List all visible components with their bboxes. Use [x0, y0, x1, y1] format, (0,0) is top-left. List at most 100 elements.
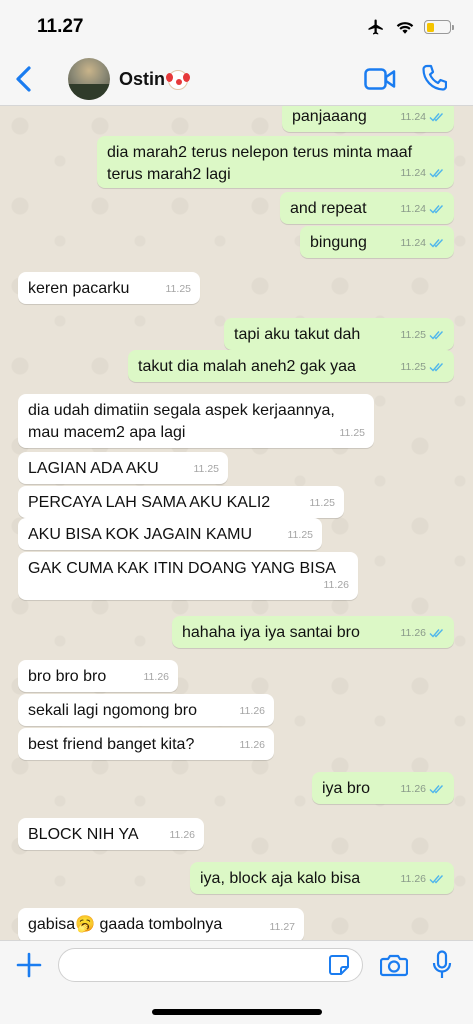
- contact-name[interactable]: Ostin: [119, 69, 191, 90]
- airplane-icon: [368, 19, 383, 35]
- contact-name-text: Ostin: [119, 69, 166, 89]
- plus-icon[interactable]: [15, 951, 43, 979]
- read-receipt-icon: [429, 205, 444, 214]
- message-bubble[interactable]: takut dia malah aneh2 gak yaa 11.25: [128, 350, 454, 382]
- message-time: 11.25: [165, 283, 192, 295]
- message-time: 11.26: [143, 671, 170, 683]
- message-text: best friend banget kita?: [28, 736, 195, 753]
- battery-level: [426, 22, 435, 32]
- message-meta: 11.25: [166, 278, 192, 300]
- message-meta: 11.24: [401, 106, 446, 128]
- message-meta: 11.25: [401, 324, 446, 346]
- message-meta: 11.25: [310, 492, 336, 514]
- message-time: 11.24: [400, 237, 427, 249]
- battery-icon: [424, 20, 454, 34]
- message-time: 11.26: [239, 705, 266, 717]
- message-time: 11.25: [309, 497, 336, 509]
- message-text: LAGIAN ADA AKU: [28, 460, 159, 477]
- message-text: PERCAYA LAH SAMA AKU KALI2: [28, 494, 271, 511]
- message-bubble[interactable]: PERCAYA LAH SAMA AKU KALI2 11.25: [18, 486, 344, 518]
- message-bubble[interactable]: dia udah dimatiin segala aspek kerjaanny…: [18, 394, 374, 448]
- camera-icon[interactable]: [380, 953, 408, 977]
- message-bubble[interactable]: and repeat 11.24: [280, 192, 454, 224]
- message-text: sekali lagi ngomong bro: [28, 702, 197, 719]
- message-bubble[interactable]: bingung 11.24: [300, 226, 454, 258]
- chat-area[interactable]: panjaaang 11.24 dia marah2 terus nelepon…: [0, 106, 473, 940]
- message-bubble[interactable]: panjaaang 11.24: [282, 106, 454, 132]
- message-time: 11.25: [400, 361, 427, 373]
- message-text: iya, block aja kalo bisa: [200, 870, 361, 887]
- message-input[interactable]: [58, 948, 363, 982]
- message-time: 11.26: [323, 579, 350, 591]
- message-time: 11.26: [239, 739, 266, 751]
- back-chevron-icon[interactable]: [10, 62, 40, 96]
- message-time: 11.24: [400, 111, 427, 123]
- message-time: 11.26: [169, 829, 196, 841]
- message-meta: 11.26: [401, 778, 446, 800]
- read-receipt-icon: [429, 875, 444, 884]
- message-meta: 11.25: [194, 458, 220, 480]
- message-bubble[interactable]: gabisa🥱 gaada tombolnya 11.27: [18, 908, 304, 940]
- message-bubble[interactable]: dia marah2 terus nelepon terus minta maa…: [97, 136, 454, 188]
- sticker-icon[interactable]: [328, 954, 350, 976]
- read-receipt-icon: [429, 239, 444, 248]
- message-text: BLOCK NIH YA: [28, 826, 139, 843]
- message-meta: 11.26: [401, 868, 446, 890]
- message-text: keren pacarku: [28, 280, 130, 297]
- message-bubble[interactable]: LAGIAN ADA AKU 11.25: [18, 452, 228, 484]
- wifi-icon: [396, 22, 414, 34]
- message-meta: 11.27: [270, 916, 296, 938]
- message-bubble[interactable]: sekali lagi ngomong bro 11.26: [18, 694, 274, 726]
- message-bubble[interactable]: hahaha iya iya santai bro 11.26: [172, 616, 454, 648]
- message-bubble[interactable]: BLOCK NIH YA 11.26: [18, 818, 204, 850]
- read-receipt-icon: [429, 363, 444, 372]
- message-time: 11.25: [287, 529, 314, 541]
- message-bubble[interactable]: iya, block aja kalo bisa 11.26: [190, 862, 454, 894]
- contact-avatar[interactable]: [68, 58, 110, 100]
- message-meta: 11.24: [401, 232, 446, 254]
- message-bubble[interactable]: keren pacarku 11.25: [18, 272, 200, 304]
- message-text: tapi aku takut dah: [234, 326, 361, 343]
- message-time: 11.25: [193, 463, 220, 475]
- home-indicator[interactable]: [152, 1009, 322, 1015]
- message-bubble[interactable]: GAK CUMA KAK ITIN DOANG YANG BISA 11.26: [18, 552, 358, 600]
- read-receipt-icon: [429, 331, 444, 340]
- message-text: iya bro: [322, 780, 371, 797]
- read-receipt-icon: [429, 785, 444, 794]
- message-bubble[interactable]: best friend banget kita? 11.26: [18, 728, 274, 760]
- message-meta: 11.25: [401, 356, 446, 378]
- message-text: bingung: [310, 234, 367, 251]
- read-receipt-icon: [429, 169, 444, 178]
- message-bubble[interactable]: bro bro bro 11.26: [18, 660, 178, 692]
- message-meta: 11.26: [324, 574, 350, 596]
- message-composer: [0, 940, 473, 1024]
- message-meta: 11.26: [240, 700, 266, 722]
- message-bubble[interactable]: tapi aku takut dah 11.25: [224, 318, 454, 350]
- message-text: GAK CUMA KAK ITIN DOANG YANG BISA: [28, 560, 336, 577]
- message-bubble[interactable]: iya bro 11.26: [312, 772, 454, 804]
- message-time: 11.26: [400, 783, 427, 795]
- message-time: 11.24: [400, 203, 427, 215]
- message-meta: 11.24: [401, 162, 446, 184]
- phone-call-icon[interactable]: [421, 64, 447, 92]
- message-text: hahaha iya iya santai bro: [182, 624, 360, 641]
- message-bubble[interactable]: AKU BISA KOK JAGAIN KAMU 11.25: [18, 518, 322, 550]
- message-time: 11.25: [400, 329, 427, 341]
- clown-emoji-icon: [166, 69, 191, 90]
- message-meta: 11.26: [144, 666, 170, 688]
- message-text: takut dia malah aneh2 gak yaa: [138, 358, 356, 375]
- message-text: panjaaang: [292, 108, 367, 125]
- message-meta: 11.25: [288, 524, 314, 546]
- message-meta: 11.24: [401, 198, 446, 220]
- message-time: 11.26: [400, 873, 427, 885]
- read-receipt-icon: [429, 113, 444, 122]
- video-call-icon[interactable]: [364, 66, 396, 92]
- status-bar: 11.27: [0, 0, 473, 52]
- message-meta: 11.26: [240, 734, 266, 756]
- message-text: dia marah2 terus nelepon terus minta maa…: [107, 144, 413, 183]
- microphone-icon[interactable]: [432, 950, 452, 980]
- message-text: AKU BISA KOK JAGAIN KAMU: [28, 526, 253, 543]
- read-receipt-icon: [429, 629, 444, 638]
- message-meta: 11.26: [170, 824, 196, 846]
- chat-header: Ostin: [0, 52, 473, 106]
